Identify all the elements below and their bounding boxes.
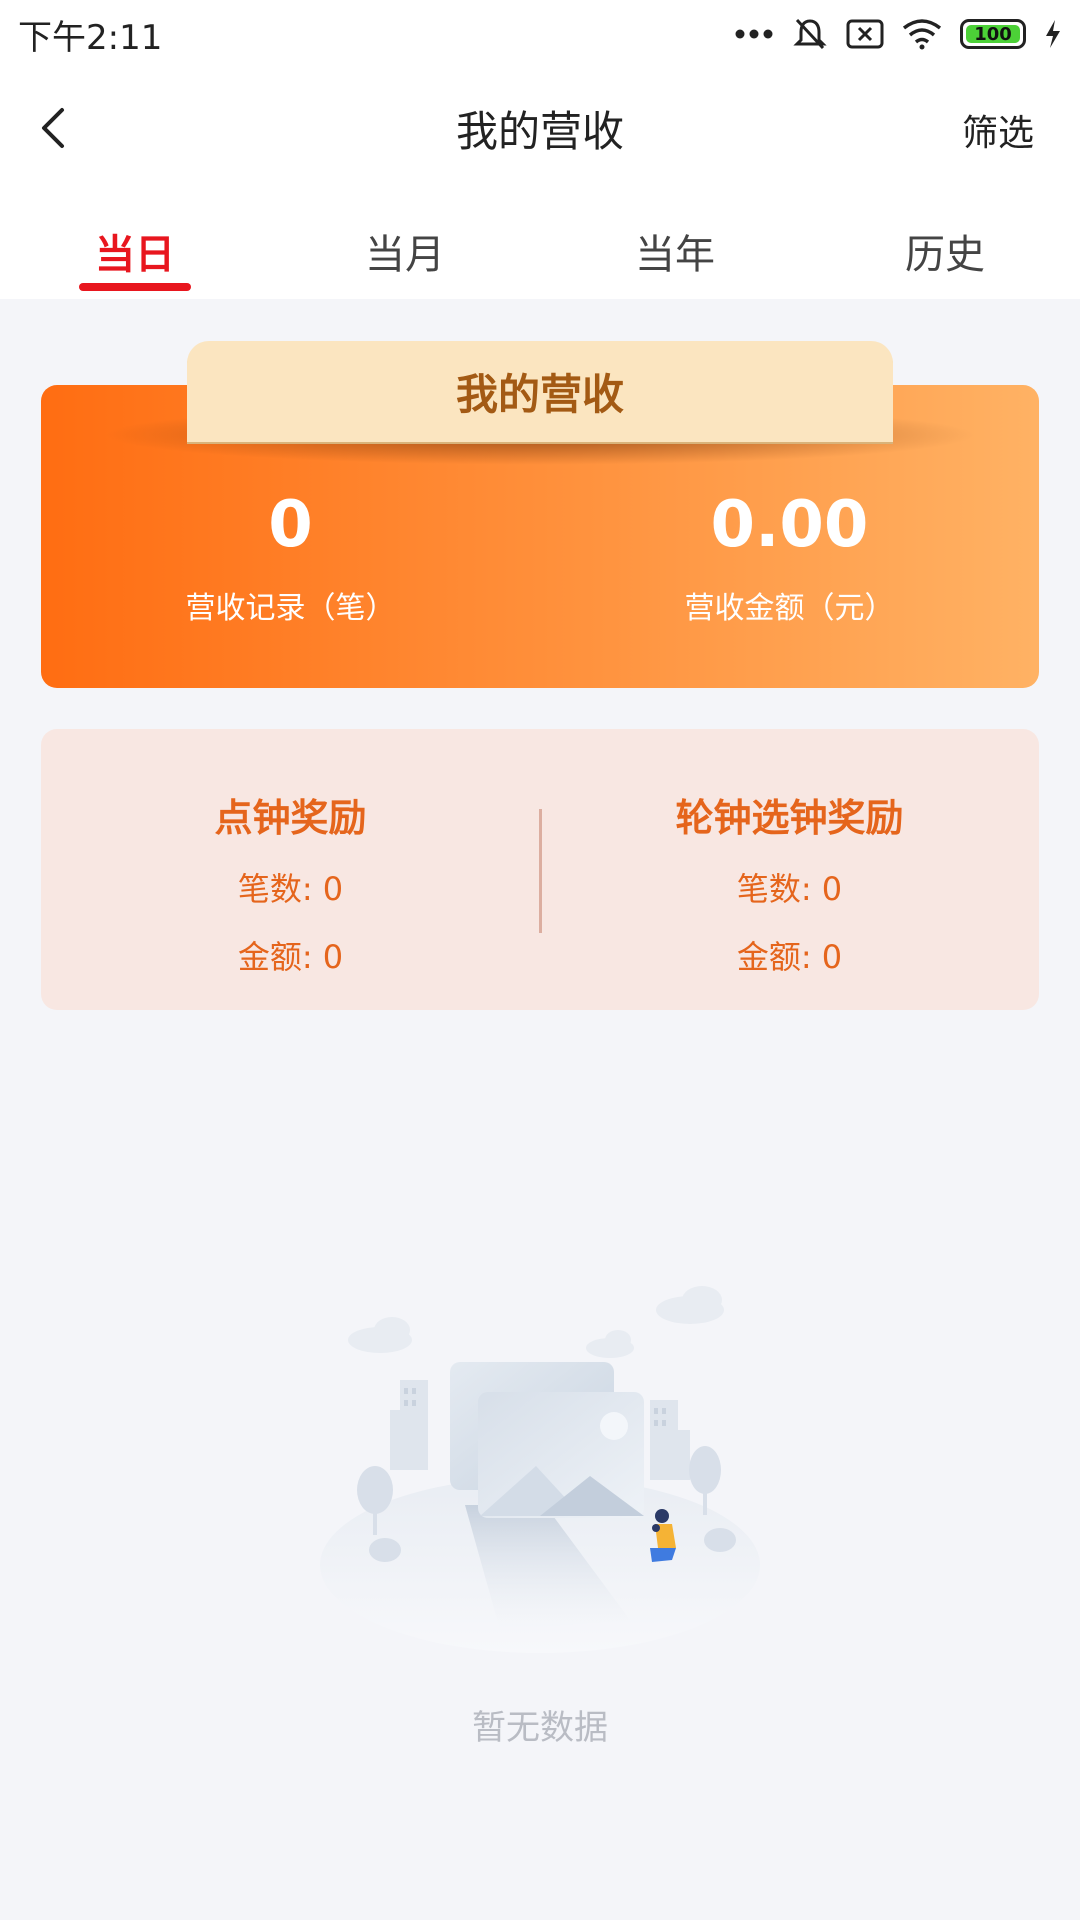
reward-count: 笔数: 0 (237, 870, 344, 908)
tab-day[interactable]: 当日 (0, 184, 270, 299)
reward-title: 轮钟选钟奖励 (675, 796, 904, 840)
wifi-icon (902, 19, 942, 50)
empty-state-text: 暂无数据 (472, 1708, 608, 1748)
tab-label: 当月 (365, 232, 445, 278)
empty-data-illustration (320, 1286, 760, 1653)
tab-label: 历史 (905, 232, 985, 278)
page-title: 我的营收 (455, 107, 624, 156)
charging-icon (1046, 20, 1060, 48)
tab-active-indicator (79, 283, 191, 291)
tab-label: 当年 (635, 232, 715, 278)
filter-button[interactable]: 筛选 (962, 104, 1034, 156)
summary-card-header: 我的营收 (187, 341, 893, 442)
reward-title: 点钟奖励 (214, 796, 367, 840)
tab-year[interactable]: 当年 (540, 184, 810, 299)
reward-column-point: 点钟奖励 笔数: 0 金额: 0 (41, 787, 540, 978)
amount-label: 营收金额（元） (684, 591, 895, 626)
reward-column-rotation: 轮钟选钟奖励 笔数: 0 金额: 0 (540, 787, 1039, 978)
records-label: 营收记录（笔） (185, 591, 396, 626)
more-dots-icon (735, 29, 773, 39)
tab-history[interactable]: 历史 (810, 184, 1080, 299)
period-tabs: 当日 当月 当年 历史 (0, 184, 1080, 299)
summary-header-title: 我的营收 (455, 370, 624, 419)
battery-level: 100 (974, 23, 1012, 45)
reward-amount: 金额: 0 (736, 938, 843, 976)
status-time: 下午2:11 (18, 17, 163, 58)
status-icons: 100 (734, 16, 1062, 52)
status-bar: 下午2:11 100 (0, 0, 1080, 68)
records-value: 0 (268, 488, 313, 562)
battery-icon: 100 (960, 19, 1026, 49)
mute-bell-icon (793, 18, 827, 50)
tab-label: 当日 (95, 232, 175, 278)
amount-value: 0.00 (710, 488, 869, 562)
records-stat: 0 营收记录（笔） (41, 485, 540, 627)
sim-x-icon (846, 19, 884, 49)
tab-month[interactable]: 当月 (270, 184, 540, 299)
reward-amount: 金额: 0 (237, 938, 344, 976)
amount-stat: 0.00 营收金额（元） (540, 485, 1039, 627)
reward-count: 笔数: 0 (736, 870, 843, 908)
nav-bar: 我的营收 筛选 (0, 68, 1080, 184)
reward-card: 点钟奖励 笔数: 0 金额: 0 轮钟选钟奖励 笔数: 0 金额: 0 (41, 729, 1039, 1010)
